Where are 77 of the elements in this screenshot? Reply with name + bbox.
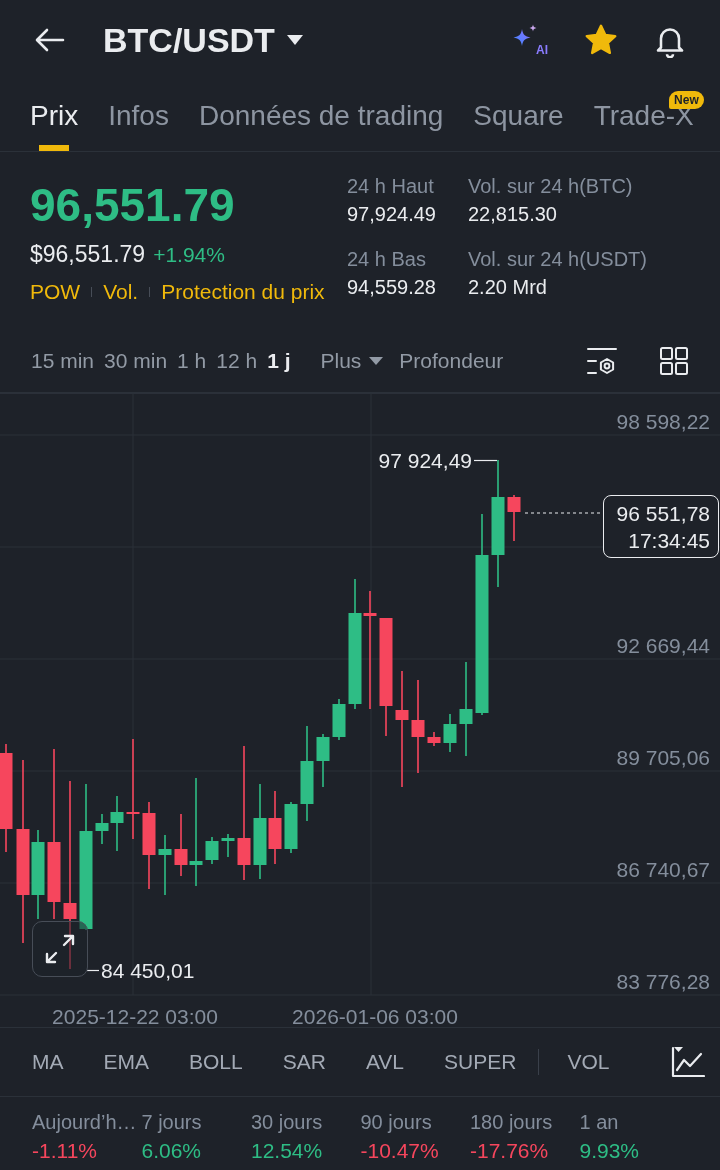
back-icon[interactable] xyxy=(35,28,65,52)
candle xyxy=(443,713,457,753)
more-dropdown[interactable]: Plus xyxy=(320,345,384,376)
period-label: Aujourd’h… xyxy=(32,1110,138,1135)
last-price: 96,551.79 xyxy=(30,178,236,232)
indicator-tab[interactable]: VOL xyxy=(567,1047,610,1077)
stat-value: 94,559.28 xyxy=(347,275,437,300)
tab[interactable]: Square xyxy=(473,80,564,151)
axis-label: 83 776,28 xyxy=(616,970,710,994)
stat-label: Vol. sur 24 h(BTC) xyxy=(468,174,634,199)
candle xyxy=(507,494,521,542)
candle xyxy=(284,801,298,854)
period-label: 1 an xyxy=(579,1110,620,1135)
indicator-tab[interactable]: EMA xyxy=(103,1047,149,1077)
leader-line xyxy=(86,969,100,972)
candle xyxy=(205,836,219,865)
date-label: 2025-12-22 03:00 xyxy=(52,1005,218,1029)
period-label: 90 jours xyxy=(360,1110,433,1135)
period-change: -1.11% xyxy=(32,1138,98,1164)
axis-label: 89 705,06 xyxy=(616,746,710,770)
candle xyxy=(427,731,441,747)
stat-label: 24 h Haut xyxy=(347,174,435,199)
tag-link[interactable]: Vol. xyxy=(103,279,139,305)
period-label: 7 jours xyxy=(141,1110,203,1135)
line-chart-icon[interactable] xyxy=(671,1046,705,1078)
expand-button[interactable] xyxy=(32,921,88,977)
depth-tab[interactable]: Profondeur xyxy=(399,345,504,376)
expand-icon xyxy=(44,933,76,965)
indicator-tab[interactable]: AVL xyxy=(365,1047,405,1077)
candle xyxy=(221,833,235,858)
pair-selector[interactable]: BTC/USDT xyxy=(103,20,303,60)
period-change: 12.54% xyxy=(251,1138,324,1164)
stat-label: Vol. sur 24 h(USDT) xyxy=(468,247,647,272)
period-label: 180 jours xyxy=(470,1110,554,1135)
interval-tab[interactable]: 12 h xyxy=(216,345,258,376)
period-change: -10.47% xyxy=(360,1138,440,1164)
axis-label: 92 669,44 xyxy=(616,634,710,658)
tag-link[interactable]: Protection du prix xyxy=(161,279,325,305)
period-label: 30 jours xyxy=(251,1110,324,1135)
stat-value: 2.20 Mrd xyxy=(468,275,548,300)
tab[interactable]: Infos xyxy=(108,80,169,151)
axis-label: 98 598,22 xyxy=(616,410,710,434)
caret-icon xyxy=(369,356,384,365)
indicator-tab[interactable]: SUPER xyxy=(444,1047,517,1077)
leader-line xyxy=(473,459,498,462)
tab[interactable]: Prix xyxy=(30,80,79,151)
interval-tab[interactable]: 1 j xyxy=(267,345,291,376)
axis-label: 86 740,67 xyxy=(616,858,710,882)
indicator-tab[interactable]: BOLL xyxy=(189,1047,243,1077)
settings-icon[interactable] xyxy=(587,346,617,375)
tag-link[interactable]: POW xyxy=(30,279,81,305)
indicator-tab[interactable]: SAR xyxy=(282,1047,326,1077)
price-change: +1.94% xyxy=(153,242,225,268)
tab[interactable]: Données de trading xyxy=(198,80,444,151)
stat-label: 24 h Bas xyxy=(347,247,427,272)
ai-button[interactable]: AI xyxy=(512,24,548,56)
period-change: 9.93% xyxy=(579,1138,641,1164)
stat-value: 97,924.49 xyxy=(347,202,437,227)
interval-tab[interactable]: 1 h xyxy=(177,345,207,376)
price-tag-value: 96 551,78 xyxy=(616,500,710,527)
period-change: -17.76% xyxy=(470,1138,550,1164)
low-price-label: 84 450,01 xyxy=(101,959,195,983)
candle xyxy=(316,733,330,788)
candle xyxy=(332,698,346,741)
new-badge: New xyxy=(669,91,704,109)
fiat-price: $96,551.79 xyxy=(30,240,146,268)
interval-tab[interactable]: 15 min xyxy=(31,345,95,376)
interval-tab[interactable]: 30 min xyxy=(104,345,168,376)
period-change: 6.06% xyxy=(141,1138,203,1164)
grid-icon[interactable] xyxy=(660,346,688,375)
indicator-tab[interactable]: MA xyxy=(32,1047,64,1077)
candle xyxy=(158,834,172,896)
stat-value: 22,815.30 xyxy=(468,202,558,227)
caret-icon xyxy=(286,35,303,45)
countdown-text: 17:34:45 xyxy=(628,527,710,554)
date-label: 2026-01-06 03:00 xyxy=(292,1005,458,1029)
high-price-label: 97 924,49 xyxy=(378,449,472,473)
